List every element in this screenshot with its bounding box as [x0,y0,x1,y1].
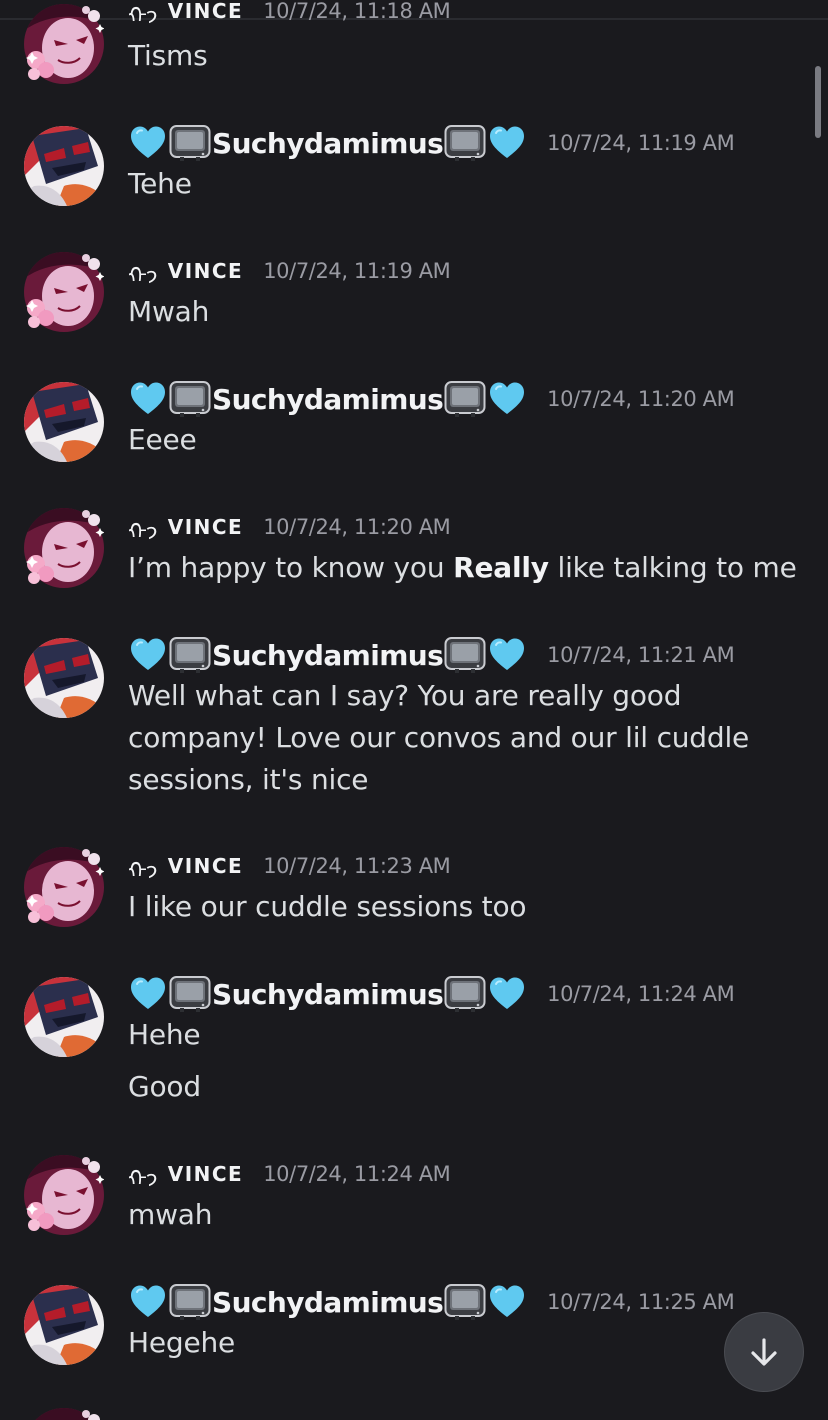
avatar-suchy[interactable] [24,1285,104,1365]
timestamp: 10/7/24, 11:20 AM [547,387,735,411]
text-segment: like talking to me [548,551,797,584]
television-icon [169,123,211,163]
author-name[interactable]: VINCE [168,259,244,283]
message-text: Eeee [128,423,197,456]
message-header: Suchydamimus 10/7/24, 11:20 AM [128,376,735,422]
avatar-suchy[interactable] [24,126,104,206]
message-text: I’m happy to know you Really like talkin… [128,547,808,589]
message-header: Suchydamimus 10/7/24, 11:24 AM [128,971,735,1017]
timestamp: 10/7/24, 11:21 AM [547,643,735,667]
author-name[interactable]: Suchydamimus [212,639,444,672]
avatar-vince[interactable] [24,1408,104,1420]
light-blue-heart-icon [129,380,167,418]
author-name[interactable]: Suchydamimus [212,978,444,1011]
television-icon [444,974,486,1014]
light-blue-heart-icon [488,1283,526,1321]
avatar-vince[interactable] [24,1155,104,1235]
avatar-vince[interactable] [24,4,104,84]
vince-prefix-icon: ᡣ𐭩 [128,519,158,545]
message-header: Suchydamimus 10/7/24, 11:25 AM [128,1279,735,1325]
bold-text: Really [453,551,549,584]
television-icon [169,379,211,419]
light-blue-heart-icon [129,1283,167,1321]
arrow-down-icon [751,1338,777,1366]
avatar-suchy[interactable] [24,382,104,462]
message-text: Tisms [128,39,208,72]
message-header: ᡣ𐭩 VINCE 10/7/24, 11:24 AM [128,1151,451,1197]
television-icon [444,379,486,419]
author-name[interactable]: VINCE [168,1162,244,1186]
vince-prefix-icon: ᡣ𐭩 [128,1166,158,1192]
light-blue-heart-icon [488,380,526,418]
timestamp: 10/7/24, 11:19 AM [263,259,451,283]
television-icon [169,974,211,1014]
timestamp: 10/7/24, 11:19 AM [547,131,735,155]
message-header: ᡣ𐭩 VINCE 10/7/24, 11:23 AM [128,843,451,889]
message-text: Mwah [128,295,210,328]
scrollbar[interactable] [815,66,821,138]
avatar-suchy[interactable] [24,977,104,1057]
scroll-to-bottom-button[interactable] [724,1312,804,1392]
avatar-vince[interactable] [24,847,104,927]
light-blue-heart-icon [129,124,167,162]
author-name[interactable]: VINCE [168,0,244,23]
vince-prefix-icon: ᡣ𐭩 [128,858,158,884]
light-blue-heart-icon [488,636,526,674]
message-header: ᡣ𐭩 VINCE 10/7/24, 11:19 AM [128,248,451,294]
message-text: I like our cuddle sessions too [128,890,527,923]
timestamp: 10/7/24, 11:25 AM [547,1290,735,1314]
message-text: mwah [128,1198,213,1231]
text-segment: I’m happy to know you [128,551,454,584]
author-name[interactable]: VINCE [168,515,244,539]
message-header: ᡣ𐭩 VINCE 10/7/24, 11:20 AM [128,504,451,550]
avatar-suchy[interactable] [24,638,104,718]
avatar-vince[interactable] [24,508,104,588]
light-blue-heart-icon [488,975,526,1013]
message-header: Suchydamimus 10/7/24, 11:19 AM [128,120,735,166]
author-name[interactable]: Suchydamimus [212,1286,444,1319]
television-icon [444,123,486,163]
timestamp: 10/7/24, 11:24 AM [547,982,735,1006]
light-blue-heart-icon [129,975,167,1013]
television-icon [169,1282,211,1322]
vince-prefix-icon: ᡣ𐭩 [128,263,158,289]
message-text: Tehe [128,167,192,200]
author-name[interactable]: Suchydamimus [212,127,444,160]
author-name[interactable]: VINCE [168,854,244,878]
light-blue-heart-icon [129,636,167,674]
avatar-vince[interactable] [24,252,104,332]
light-blue-heart-icon [488,124,526,162]
timestamp: 10/7/24, 11:18 AM [263,0,451,23]
timestamp: 10/7/24, 11:24 AM [263,1162,451,1186]
message-text: Hegehe [128,1326,236,1359]
message-text: Hehe [128,1018,201,1051]
vince-prefix-icon: ᡣ𐭩 [128,3,158,29]
author-name[interactable]: Suchydamimus [212,383,444,416]
television-icon [444,635,486,675]
timestamp: 10/7/24, 11:23 AM [263,854,451,878]
message-text: Good [128,1070,201,1103]
message-text: Well what can I say? You are really good… [128,679,750,796]
television-icon [169,635,211,675]
chat-view: ᡣ𐭩 VINCE 10/7/24, 11:18 AM Tisms Suchyda… [0,0,828,1420]
message-header: Suchydamimus 10/7/24, 11:21 AM [128,632,735,678]
timestamp: 10/7/24, 11:20 AM [263,515,451,539]
television-icon [444,1282,486,1322]
message-header: ᡣ𐭩 VINCE 10/7/24, 11:18 AM [128,0,451,34]
